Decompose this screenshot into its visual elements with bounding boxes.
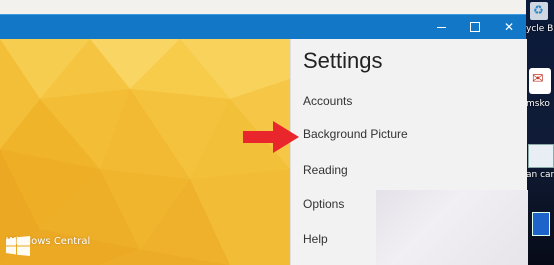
desktop-icon-label-document[interactable]: an car	[526, 170, 554, 180]
title-bar[interactable]: ✕	[0, 14, 526, 39]
settings-item-accounts[interactable]: Accounts	[303, 94, 352, 108]
document-icon[interactable]	[528, 144, 554, 168]
settings-item-help[interactable]: Help	[303, 232, 328, 246]
blue-file-icon[interactable]	[532, 212, 550, 236]
watermark: Windows Central	[6, 236, 90, 256]
minimize-button[interactable]	[424, 15, 458, 39]
close-button[interactable]: ✕	[492, 15, 526, 39]
red-arrow-icon	[243, 121, 299, 153]
desktop-background: ycle Bi msko an car	[526, 0, 554, 265]
windows-logo-icon	[6, 236, 30, 256]
settings-title: Settings	[303, 48, 383, 73]
obscured-region	[376, 190, 528, 265]
settings-item-reading[interactable]: Reading	[303, 163, 348, 177]
recycle-bin-icon[interactable]	[530, 2, 548, 20]
desktop-icon-label-mail[interactable]: msko	[526, 99, 554, 109]
settings-item-options[interactable]: Options	[303, 197, 344, 211]
maximize-button[interactable]	[458, 15, 492, 39]
desktop-icon-label-recycle[interactable]: ycle Bi	[526, 24, 554, 34]
minimize-icon	[436, 27, 446, 28]
maximize-icon	[470, 21, 480, 32]
mail-app-icon[interactable]	[529, 68, 551, 94]
close-icon: ✕	[503, 20, 515, 34]
settings-item-background-picture[interactable]: Background Picture	[303, 127, 408, 141]
